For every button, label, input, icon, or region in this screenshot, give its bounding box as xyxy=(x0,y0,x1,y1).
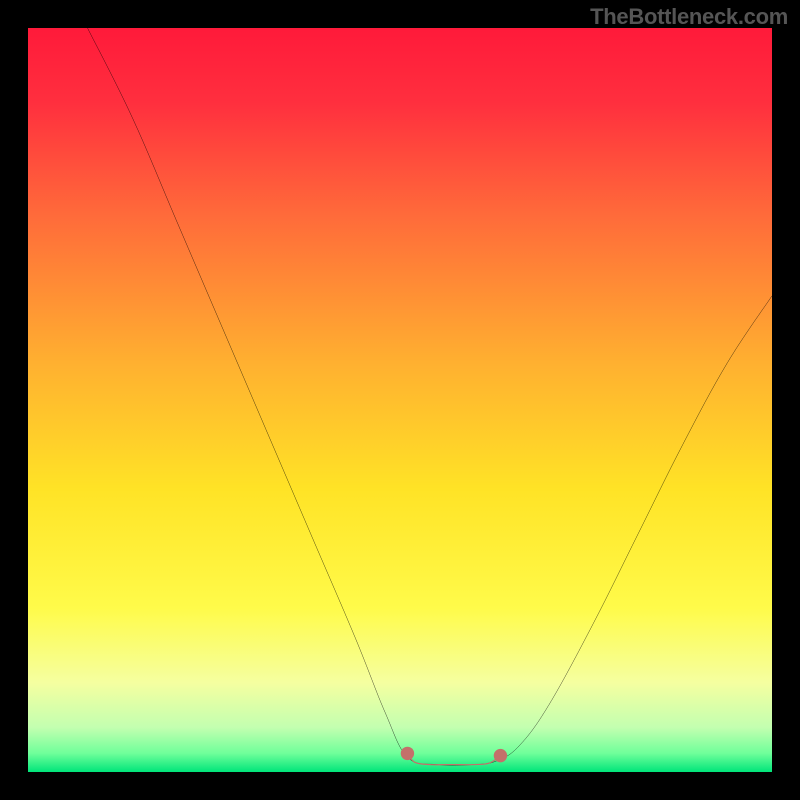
bottleneck-curve xyxy=(88,28,772,765)
watermark-text: TheBottleneck.com xyxy=(590,4,788,30)
curve-layer xyxy=(28,28,772,772)
chart-container: TheBottleneck.com xyxy=(0,0,800,800)
band-endpoint-marker xyxy=(401,747,414,760)
optimal-band-curve xyxy=(407,753,500,764)
plot-area xyxy=(28,28,772,772)
optimal-band-markers xyxy=(401,747,507,763)
band-endpoint-marker xyxy=(494,749,507,762)
